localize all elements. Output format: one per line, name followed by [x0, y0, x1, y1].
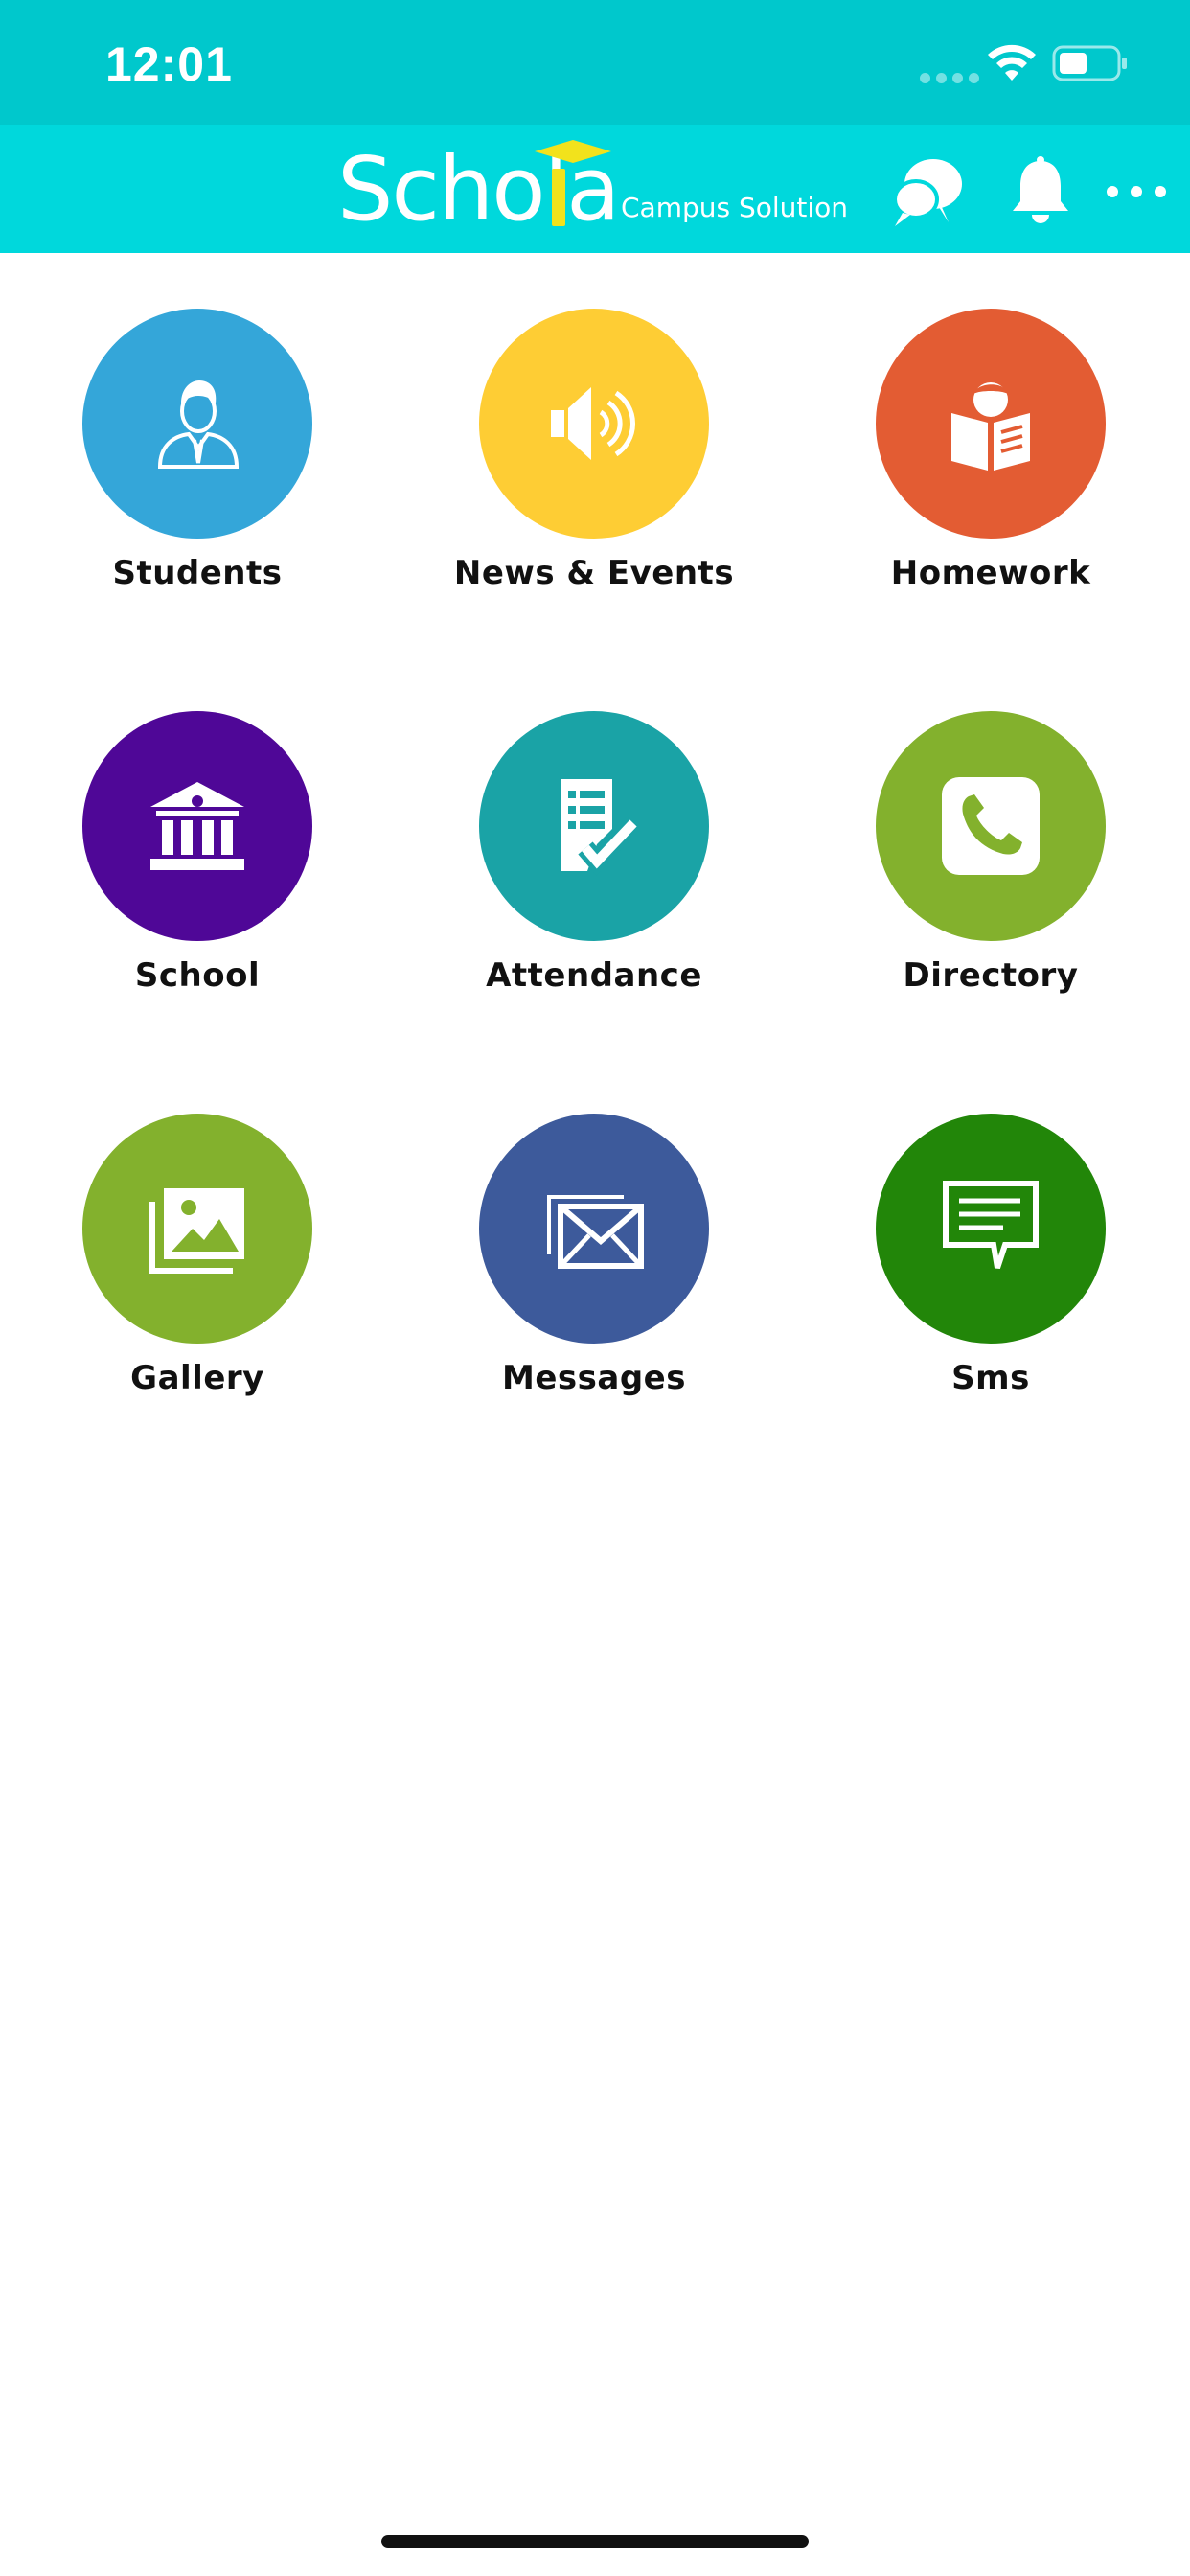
- homework-circle: [876, 309, 1106, 539]
- chat-icon: [893, 159, 962, 226]
- reading-book-icon: [951, 382, 1030, 471]
- menu-item-label: Homework: [890, 554, 1091, 592]
- directory-circle: [876, 711, 1106, 941]
- menu-item-directory[interactable]: Directory: [818, 711, 1163, 1037]
- menu-item-messages[interactable]: Messages: [422, 1114, 767, 1439]
- menu-item-school[interactable]: School: [25, 711, 370, 1037]
- cellular-signal-icon: [920, 73, 979, 83]
- checklist-icon: [561, 779, 641, 876]
- status-bar: 12:01: [0, 0, 1190, 125]
- more-icon: [1107, 186, 1166, 197]
- gallery-circle: [82, 1114, 312, 1344]
- messages-circle: [479, 1114, 709, 1344]
- menu-item-students[interactable]: Students: [25, 309, 370, 634]
- schola-logo: Schola Campus Solution: [337, 136, 848, 243]
- attendance-circle: [479, 711, 709, 941]
- more-options-button[interactable]: [1096, 151, 1177, 232]
- menu-item-label: Messages: [502, 1359, 686, 1397]
- bell-icon: [1013, 156, 1068, 223]
- student-icon: [157, 380, 240, 469]
- menu-item-label: Attendance: [486, 956, 702, 995]
- logo-accent: [552, 169, 565, 226]
- menu-item-label: News & Events: [453, 554, 735, 592]
- phone-icon: [942, 777, 1040, 875]
- status-time: 12:01: [105, 37, 233, 91]
- school-circle: [82, 711, 312, 941]
- sms-circle: [876, 1114, 1106, 1344]
- menu-item-attendance[interactable]: Attendance: [422, 711, 767, 1037]
- chat-button[interactable]: [887, 151, 968, 232]
- menu-item-homework[interactable]: Homework: [818, 309, 1163, 634]
- envelope-icon: [547, 1195, 644, 1269]
- menu-item-gallery[interactable]: Gallery: [25, 1114, 370, 1439]
- menu-item-label: Gallery: [130, 1359, 264, 1397]
- speaker-icon: [551, 387, 635, 460]
- menu-item-label: Sms: [951, 1359, 1030, 1397]
- sms-bubble-icon: [943, 1181, 1039, 1269]
- notifications-button[interactable]: [1000, 151, 1081, 232]
- menu-item-label: Directory: [903, 956, 1079, 995]
- menu-item-sms[interactable]: Sms: [818, 1114, 1163, 1439]
- home-indicator[interactable]: [381, 2535, 809, 2548]
- graduation-cap-icon: [535, 140, 611, 163]
- gallery-icon: [149, 1188, 244, 1274]
- menu-item-label: Students: [112, 554, 283, 592]
- students-circle: [82, 309, 312, 539]
- wifi-icon: [988, 44, 1036, 80]
- school-building-icon: [150, 782, 244, 870]
- logo-subtitle: Campus Solution: [621, 192, 849, 223]
- battery-icon: [1052, 45, 1127, 81]
- menu-item-label: School: [134, 956, 261, 995]
- menu-item-news-events[interactable]: News & Events: [422, 309, 767, 634]
- news-events-circle: [479, 309, 709, 539]
